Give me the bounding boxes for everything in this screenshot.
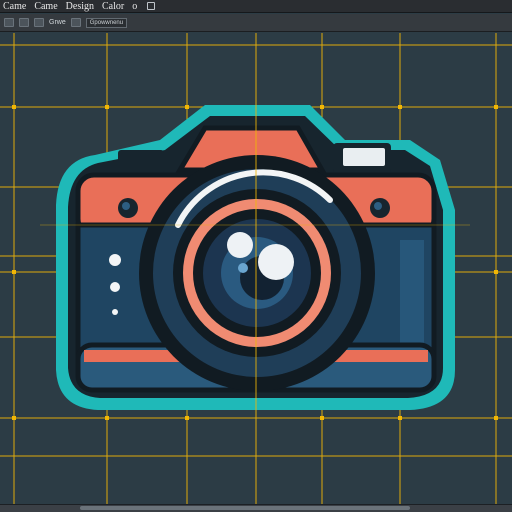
menu-bar: Came Came Design Calor o xyxy=(0,0,512,13)
lens-reflection-large xyxy=(258,244,294,280)
viewfinder-window xyxy=(343,148,385,166)
lens-reflection-dot xyxy=(238,263,248,273)
scrollbar-thumb[interactable] xyxy=(80,506,410,510)
canvas-artboard xyxy=(0,33,512,512)
menu-item-came-1[interactable]: Came xyxy=(3,0,26,13)
indicator-dot xyxy=(109,254,121,266)
design-canvas[interactable] xyxy=(0,33,512,512)
indicator-dot xyxy=(110,282,120,292)
indicator-dot xyxy=(112,309,118,315)
toolbar-tool-icon[interactable] xyxy=(19,18,29,27)
horizontal-scrollbar[interactable] xyxy=(0,504,512,512)
toolbar-label: Grwe xyxy=(49,19,66,26)
window-icon[interactable] xyxy=(147,2,156,10)
toolbar-tool-icon[interactable] xyxy=(70,18,81,27)
toolbar-tool-icon[interactable] xyxy=(4,18,14,27)
shutter-base xyxy=(118,150,164,174)
side-highlight xyxy=(400,240,424,350)
menu-item-came-2[interactable]: Came xyxy=(34,0,57,13)
menu-item-design[interactable]: Design xyxy=(66,0,94,13)
toolbar-tool-icon[interactable] xyxy=(34,18,44,27)
toolbar-field[interactable]: Gpowwnenu xyxy=(85,17,128,28)
menu-item-o[interactable]: o xyxy=(132,0,137,13)
toolbar: Grwe Gpowwnenu xyxy=(0,14,512,32)
lens-reflection-small xyxy=(227,232,253,258)
menu-item-calor[interactable]: Calor xyxy=(102,0,124,13)
